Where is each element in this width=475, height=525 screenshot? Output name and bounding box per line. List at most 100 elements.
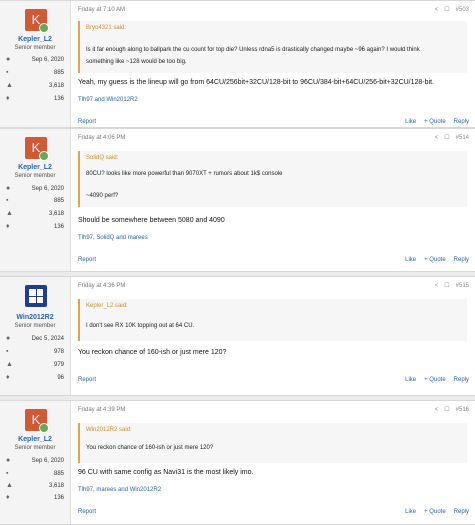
bookmark-icon[interactable]: ☐ [444, 283, 449, 289]
join-date: ● Sep 6, 2020 [6, 185, 64, 192]
like-button[interactable]: Like [405, 509, 416, 515]
report-link[interactable]: Report [78, 377, 96, 383]
message-count: ▪ 885 [6, 470, 64, 477]
comments-icon: ▪ [6, 348, 9, 355]
post-516: K Kepler_L2 Senior member ● Sep 6, 2020 ▪… [0, 400, 475, 525]
quote-author[interactable]: Kepler_L2 said: [86, 303, 128, 309]
user-sidebar: K Kepler_L2 Senior member ● Sep 6, 2020 ▪… [0, 401, 71, 524]
post-514: K Kepler_L2 Senior member ● Sep 6, 2020 ▪… [0, 128, 475, 272]
trophy-icon: ♦ [6, 95, 10, 102]
quote-block: Win2012R2 said: You reckon chance of 160… [78, 423, 467, 463]
post-body: 96 CU with same config as Navi31 is the … [78, 469, 254, 476]
join-date: ● Sep 6, 2020 [6, 457, 64, 464]
thumbs-up-icon: ▲ [6, 482, 13, 489]
report-link[interactable]: Report [78, 119, 96, 125]
username[interactable]: Win2012R2 [0, 314, 70, 321]
join-date: ● Dec 5, 2024 [6, 335, 64, 342]
bookmark-icon[interactable]: ☐ [444, 135, 449, 141]
quote-button[interactable]: + Quote [424, 509, 446, 515]
post-date[interactable]: Friday at 4:06 PM [78, 135, 125, 141]
quote-line: ~4090 perf? [86, 193, 119, 199]
user-title: Senior member [14, 45, 56, 51]
like-button[interactable]: Like [405, 257, 416, 263]
trophy-icon: ♦ [6, 374, 10, 381]
reactions-bar[interactable]: Tlh97 and Win2012R2 [78, 97, 138, 103]
message-count: ▪ 885 [6, 197, 64, 204]
post-number[interactable]: #516 [456, 407, 469, 413]
post-date[interactable]: Friday at 4:39 PM [78, 407, 125, 413]
post-body: Should be somewhere between 5080 and 409… [78, 217, 225, 224]
share-icon[interactable]: < [435, 7, 439, 13]
reactions-bar[interactable]: Tlh97, SolidQ and marees [78, 235, 148, 241]
quote-button[interactable]: + Quote [424, 377, 446, 383]
quote-block: SolidQ said: 80CU? looks like more power… [78, 151, 467, 207]
avatar[interactable] [25, 285, 47, 307]
bookmark-icon[interactable]: ☐ [444, 7, 449, 13]
quote-line: something like ~128 would be too big. [86, 59, 187, 65]
post-503: K Kepler_L2 Senior member ● Sep 6, 2020 ▪… [0, 0, 475, 128]
avatar[interactable]: K [25, 137, 49, 161]
report-link[interactable]: Report [78, 509, 96, 515]
post-body: Yeah, my guess is the lineup will go fro… [78, 79, 434, 86]
quote-block: Kepler_L2 said: I don't see RX 10K toppi… [78, 299, 467, 341]
trophy-icon: ♦ [6, 223, 10, 230]
reply-button[interactable]: Reply [454, 509, 469, 515]
like-button[interactable]: Like [405, 119, 416, 125]
user-sidebar: K Kepler_L2 Senior member ● Sep 6, 2020 ▪… [0, 1, 71, 127]
user-sidebar: Win2012R2 Senior member ● Dec 5, 2024 ▪ 97… [0, 277, 71, 395]
message-count: ▪ 885 [6, 69, 64, 76]
user-title: Senior member [14, 445, 56, 451]
reply-button[interactable]: Reply [454, 377, 469, 383]
reaction-score: ▲ 3,618 [6, 82, 64, 89]
person-icon: ● [6, 335, 11, 342]
reaction-score: ▲ 3,618 [6, 482, 64, 489]
comments-icon: ▪ [6, 197, 9, 204]
username[interactable]: Kepler_L2 [0, 436, 70, 443]
quote-author[interactable]: Bryo4321 said: [86, 25, 126, 31]
quote-line: Is it far enough along to ballpark the c… [86, 47, 420, 53]
bookmark-icon[interactable]: ☐ [444, 407, 449, 413]
trophy-points: ♦ 96 [6, 374, 64, 381]
post-number[interactable]: #515 [456, 283, 469, 289]
trophy-points: ♦ 136 [6, 95, 64, 102]
post-date[interactable]: Friday at 7:10 AM [78, 7, 125, 13]
quote-line: You reckon chance of 160-ish or just mer… [86, 445, 214, 451]
quote-block: Bryo4321 said: Is it far enough along to… [78, 21, 467, 73]
quote-author[interactable]: Win2012R2 said: [86, 427, 132, 433]
reaction-score: ▲ 3,618 [6, 210, 64, 217]
reactions-bar[interactable]: Tlh97, marees and Win2012R2 [78, 487, 161, 493]
share-icon[interactable]: < [435, 135, 439, 141]
quote-button[interactable]: + Quote [424, 119, 446, 125]
trophy-points: ♦ 136 [6, 494, 64, 501]
thumbs-up-icon: ▲ [6, 82, 13, 89]
quote-line: 80CU? looks like more powerful than 9070… [86, 171, 283, 177]
user-sidebar: K Kepler_L2 Senior member ● Sep 6, 2020 ▪… [0, 129, 71, 271]
reply-button[interactable]: Reply [454, 257, 469, 263]
reply-button[interactable]: Reply [454, 119, 469, 125]
user-title: Senior member [14, 323, 56, 329]
quote-button[interactable]: + Quote [424, 257, 446, 263]
username[interactable]: Kepler_L2 [0, 36, 70, 43]
avatar[interactable]: K [25, 9, 49, 33]
post-body: You reckon chance of 160-ish or just mer… [78, 349, 227, 356]
thumbs-up-icon: ▲ [6, 361, 13, 368]
post-number[interactable]: #514 [456, 135, 469, 141]
post-date[interactable]: Friday at 4:36 PM [78, 283, 125, 289]
comments-icon: ▪ [6, 470, 9, 477]
post-number[interactable]: #503 [456, 7, 469, 13]
user-title: Senior member [14, 173, 56, 179]
join-date: ● Sep 6, 2020 [6, 56, 64, 63]
like-button[interactable]: Like [405, 377, 416, 383]
person-icon: ● [6, 56, 11, 63]
quote-author[interactable]: SolidQ said: [86, 155, 118, 161]
reaction-score: ▲ 979 [6, 361, 64, 368]
share-icon[interactable]: < [435, 407, 439, 413]
trophy-points: ♦ 136 [6, 223, 64, 230]
share-icon[interactable]: < [435, 283, 439, 289]
username[interactable]: Kepler_L2 [0, 164, 70, 171]
trophy-icon: ♦ [6, 494, 10, 501]
report-link[interactable]: Report [78, 257, 96, 263]
avatar[interactable]: K [25, 409, 49, 433]
comments-icon: ▪ [6, 69, 9, 76]
person-icon: ● [6, 185, 11, 192]
